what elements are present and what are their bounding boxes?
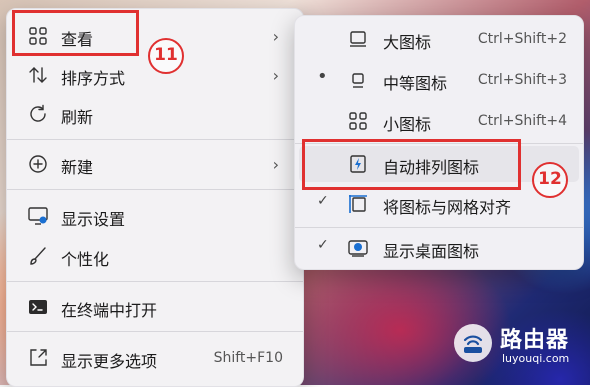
menu-item-shortcut: Shift+F10 <box>213 350 283 366</box>
menu-item-label: 个性化 <box>61 250 110 269</box>
selected-dot-icon: • <box>317 66 328 87</box>
checkmark-icon: ✓ <box>317 237 329 253</box>
terminal-icon <box>27 296 49 318</box>
align-grid-icon <box>347 193 369 215</box>
menu-separator <box>7 281 303 282</box>
menu-item-label: 排序方式 <box>61 69 126 88</box>
submenu-item-shortcut: Ctrl+Shift+4 <box>477 113 567 129</box>
submenu-item-label: 中等图标 <box>383 74 448 93</box>
menu-item-label: 新建 <box>61 158 94 177</box>
highlight-box-view <box>12 10 139 56</box>
submenu-item-small-icons[interactable]: 小图标 Ctrl+Shift+4 <box>299 103 579 139</box>
menu-item-display-settings[interactable]: 显示设置 <box>11 198 299 234</box>
new-icon <box>27 153 49 175</box>
menu-item-label: 显示设置 <box>61 210 126 229</box>
checkmark-icon: ✓ <box>317 193 329 209</box>
menu-separator <box>295 227 583 228</box>
submenu-item-shortcut: Ctrl+Shift+3 <box>477 72 567 88</box>
menu-separator <box>7 331 303 332</box>
chevron-right-icon: › <box>272 66 279 85</box>
brush-icon <box>27 245 49 267</box>
menu-item-new[interactable]: 新建 › <box>11 146 299 182</box>
menu-separator <box>7 189 303 190</box>
watermark: 路由器 luyouqi.com <box>454 322 584 372</box>
refresh-icon <box>27 103 49 125</box>
highlight-box-auto-arrange <box>302 139 521 190</box>
menu-item-label: 显示更多选项 <box>61 352 158 371</box>
sort-icon <box>27 64 49 86</box>
menu-separator <box>7 139 303 140</box>
step-badge-12: 12 <box>532 162 568 198</box>
menu-item-open-in-terminal[interactable]: 在终端中打开 <box>11 289 299 325</box>
show-desktop-icons-icon <box>347 237 369 259</box>
router-logo-icon <box>454 324 492 362</box>
submenu-item-label: 将图标与网格对齐 <box>383 198 512 217</box>
more-options-icon <box>27 347 49 369</box>
watermark-url: luyouqi.com <box>502 352 570 365</box>
submenu-item-large-icons[interactable]: 大图标 Ctrl+Shift+2 <box>299 21 579 57</box>
chevron-right-icon: › <box>272 27 279 46</box>
watermark-title: 路由器 <box>500 328 570 353</box>
menu-item-personalize[interactable]: 个性化 <box>11 238 299 274</box>
chevron-right-icon: › <box>272 155 279 174</box>
small-icons-icon <box>347 110 369 132</box>
submenu-item-show-desktop-icons[interactable]: ✓ 显示桌面图标 <box>299 230 579 266</box>
submenu-item-shortcut: Ctrl+Shift+2 <box>477 31 567 47</box>
large-icons-icon <box>347 28 369 50</box>
menu-item-label: 在终端中打开 <box>61 301 158 320</box>
menu-item-label: 刷新 <box>61 108 94 127</box>
submenu-item-label: 小图标 <box>383 115 432 134</box>
menu-item-refresh[interactable]: 刷新 <box>11 96 299 132</box>
display-settings-icon <box>27 205 49 227</box>
medium-icons-icon <box>347 69 369 91</box>
submenu-item-medium-icons[interactable]: • 中等图标 Ctrl+Shift+3 <box>299 62 579 98</box>
menu-item-show-more-options[interactable]: 显示更多选项 Shift+F10 <box>11 340 299 376</box>
submenu-item-label: 显示桌面图标 <box>383 242 480 261</box>
step-badge-11: 11 <box>148 38 184 74</box>
submenu-item-label: 大图标 <box>383 33 432 52</box>
